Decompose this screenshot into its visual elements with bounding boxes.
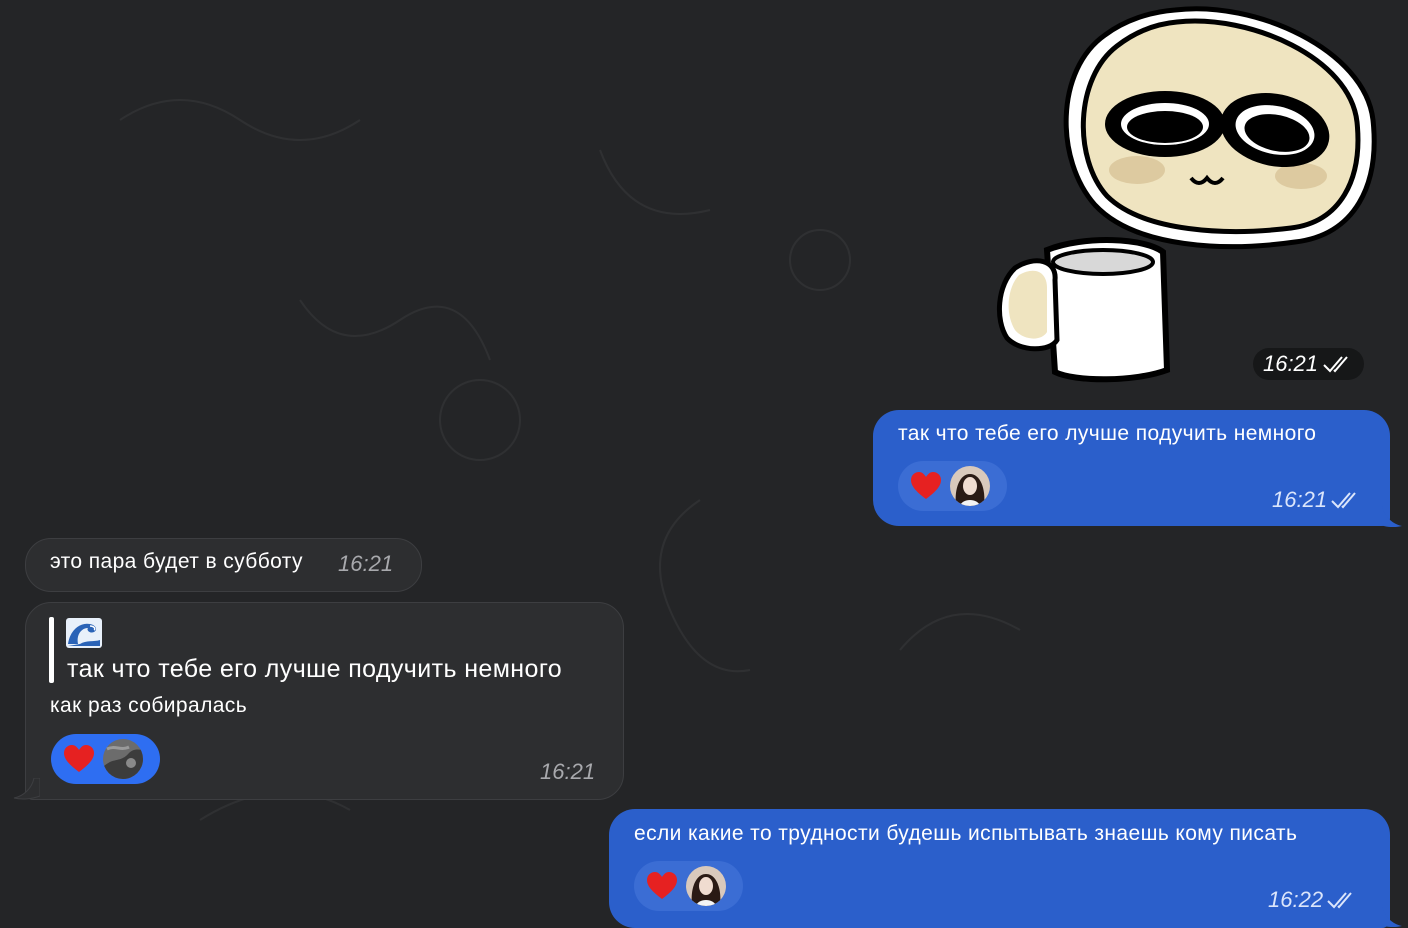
chat-area[interactable]: 16:21 так что тебе его лучше подучить не… — [0, 0, 1408, 928]
double-check-icon — [1327, 892, 1352, 909]
message-time: 16:21 — [1272, 487, 1328, 512]
heart-reaction-chip[interactable] — [51, 734, 160, 784]
message-time: 16:21 — [540, 759, 596, 784]
message-meta: 16:21 — [540, 759, 595, 785]
incoming-message-text: это пара будет в субботу — [50, 550, 303, 573]
avatar — [103, 739, 143, 779]
bubble-tail — [1378, 906, 1402, 928]
avatar — [950, 466, 990, 506]
avatar — [686, 866, 726, 906]
heart-icon — [911, 472, 941, 499]
sticker-time-pill: 16:21 — [1253, 348, 1364, 380]
heart-reaction-chip[interactable] — [634, 861, 743, 911]
bubble-tail — [13, 778, 40, 800]
sticker-time: 16:21 — [1262, 351, 1319, 376]
double-check-icon — [1331, 492, 1356, 509]
bubble-tail — [1378, 506, 1402, 528]
heart-icon — [647, 872, 677, 899]
double-check-icon — [1323, 356, 1348, 373]
reply-quote-text: так что тебе его лучше подучить немного — [67, 655, 563, 683]
heart-reaction-chip[interactable] — [898, 461, 1007, 511]
wave-emoji-icon — [66, 618, 102, 648]
message-time: 16:22 — [1268, 887, 1324, 912]
message-meta: 16:21 — [1272, 487, 1362, 513]
coffee-mug-face-sticker[interactable] — [995, 0, 1380, 386]
reply-quote-bar — [49, 617, 54, 683]
heart-icon — [64, 745, 94, 772]
outgoing-message-text: так что тебе его лучше подучить немного — [898, 422, 1317, 445]
incoming-message-text: как раз собиралась — [50, 694, 248, 717]
message-time: 16:21 — [338, 551, 394, 576]
message-meta: 16:22 — [1268, 887, 1358, 913]
outgoing-message-text: если какие то трудности будешь испытыват… — [634, 822, 1298, 845]
message-meta: 16:21 — [338, 551, 393, 577]
